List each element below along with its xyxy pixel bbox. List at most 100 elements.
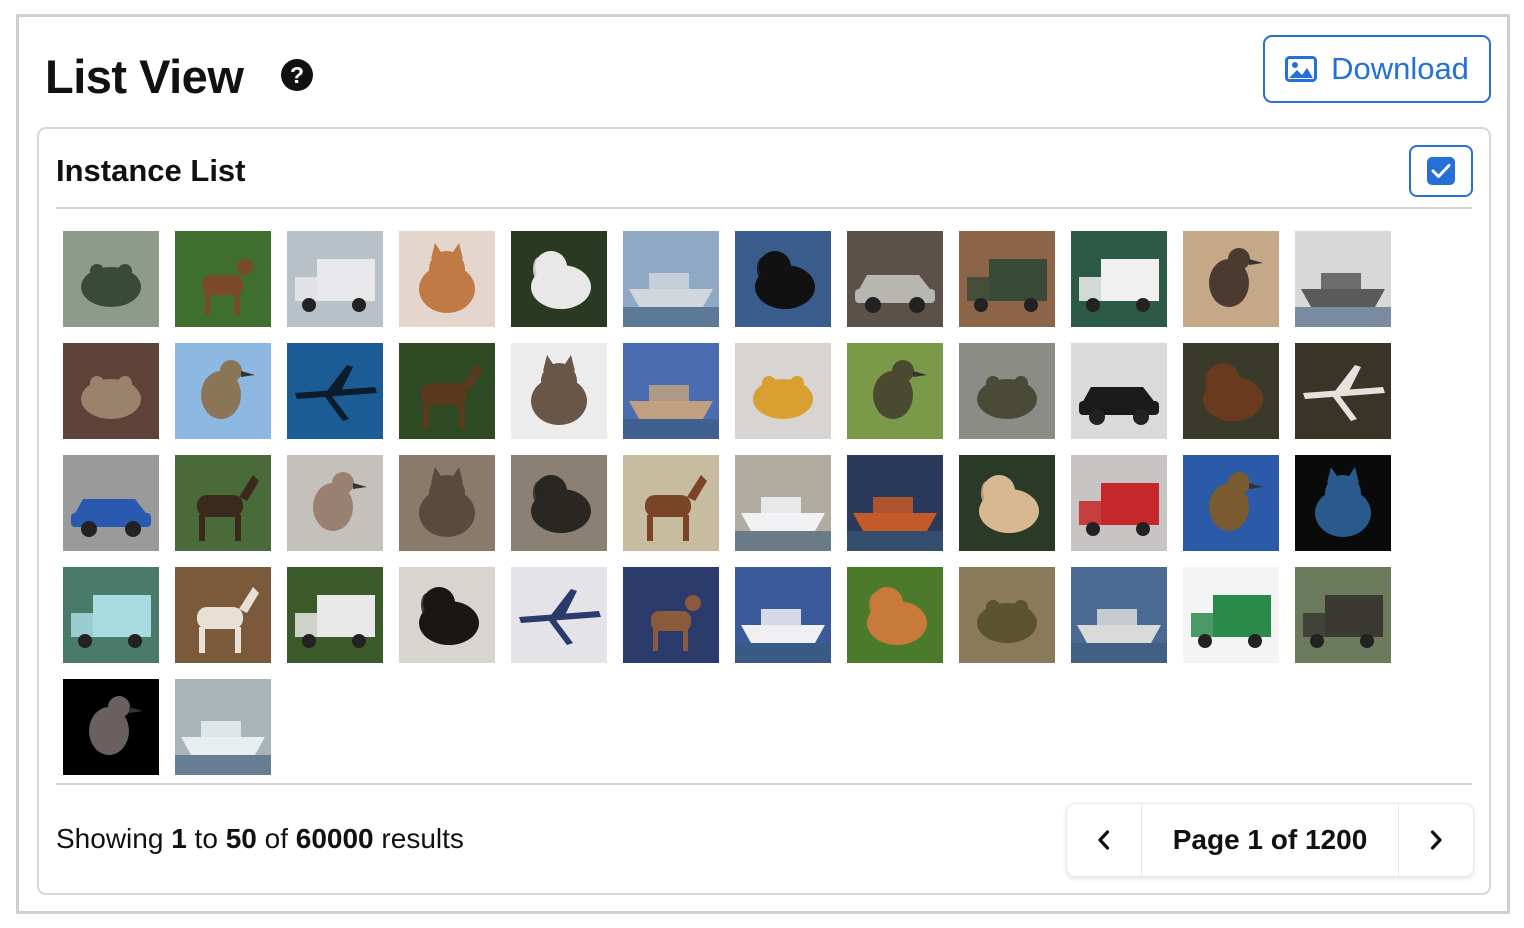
dog-image [735, 231, 831, 327]
thumbnail-truck[interactable] [287, 567, 383, 663]
bird-image [63, 679, 159, 775]
thumbnail-deer[interactable] [175, 231, 271, 327]
truck-image [1071, 231, 1167, 327]
thumbnail-horse[interactable] [399, 343, 495, 439]
thumbnail-dog[interactable] [735, 231, 831, 327]
thumbnail-dog[interactable] [1183, 343, 1279, 439]
cat-image [399, 231, 495, 327]
bird-image [175, 343, 271, 439]
horse-image [175, 455, 271, 551]
thumbnail-frog[interactable] [63, 343, 159, 439]
thumbnail-bird[interactable] [847, 343, 943, 439]
total-count: 60000 [295, 823, 374, 854]
checkbox-checked-icon [1427, 157, 1455, 185]
ship-image [175, 679, 271, 775]
frog-image [959, 343, 1055, 439]
divider [56, 783, 1472, 785]
truck-image [1183, 567, 1279, 663]
thumbnail-cat[interactable] [1295, 455, 1391, 551]
truck-image [287, 567, 383, 663]
thumbnail-ship[interactable] [623, 231, 719, 327]
card-title: Instance List [56, 153, 246, 188]
dog-image [399, 567, 495, 663]
thumbnail-dog[interactable] [399, 567, 495, 663]
thumbnail-dog[interactable] [511, 455, 607, 551]
thumbnail-dog[interactable] [959, 455, 1055, 551]
thumbnail-dog[interactable] [511, 231, 607, 327]
thumbnail-airplane[interactable] [1295, 343, 1391, 439]
chevron-left-icon [1098, 830, 1110, 850]
thumbnail-frog[interactable] [63, 231, 159, 327]
next-page-button[interactable] [1399, 804, 1473, 876]
thumbnail-bird[interactable] [1183, 231, 1279, 327]
dog-image [1183, 343, 1279, 439]
thumbnail-truck[interactable] [1295, 567, 1391, 663]
download-label: Download [1331, 51, 1469, 86]
thumbnail-frog[interactable] [959, 567, 1055, 663]
thumbnail-truck[interactable] [1071, 455, 1167, 551]
page-indicator: Page 1 of 1200 [1172, 824, 1368, 855]
thumbnail-automobile[interactable] [1071, 343, 1167, 439]
list-view-panel: List View ? Download Instance List Showi… [16, 14, 1510, 914]
thumbnail-frog[interactable] [959, 343, 1055, 439]
cat-image [1295, 455, 1391, 551]
thumbnail-truck[interactable] [287, 231, 383, 327]
thumbnail-airplane[interactable] [511, 567, 607, 663]
airplane-image [1295, 343, 1391, 439]
range-start: 1 [171, 823, 187, 854]
truck-image [287, 231, 383, 327]
dog-image [511, 231, 607, 327]
thumbnail-horse[interactable] [175, 567, 271, 663]
thumbnail-truck[interactable] [1071, 231, 1167, 327]
thumbnail-bird[interactable] [175, 343, 271, 439]
cat-image [511, 343, 607, 439]
download-button[interactable]: Download [1263, 35, 1491, 103]
bird-image [1183, 231, 1279, 327]
thumbnail-cat[interactable] [399, 455, 495, 551]
automobile-image [847, 231, 943, 327]
prev-page-button[interactable] [1067, 804, 1141, 876]
thumbnail-truck[interactable] [1183, 567, 1279, 663]
thumbnail-airplane[interactable] [287, 343, 383, 439]
thumbnail-ship[interactable] [1071, 567, 1167, 663]
airplane-image [287, 343, 383, 439]
question-circle-icon[interactable]: ? [281, 59, 313, 91]
truck-image [1295, 567, 1391, 663]
bird-image [847, 343, 943, 439]
frog-image [735, 343, 831, 439]
thumbnail-truck[interactable] [63, 567, 159, 663]
thumbnail-cat[interactable] [511, 343, 607, 439]
thumbnail-horse[interactable] [623, 455, 719, 551]
thumbnail-truck[interactable] [959, 231, 1055, 327]
thumbnail-dog[interactable] [847, 567, 943, 663]
thumbnail-horse[interactable] [175, 455, 271, 551]
truck-image [1071, 455, 1167, 551]
image-icon [1285, 56, 1318, 82]
thumbnail-automobile[interactable] [847, 231, 943, 327]
thumbnail-ship[interactable] [735, 567, 831, 663]
cat-image [399, 455, 495, 551]
thumbnail-ship[interactable] [623, 343, 719, 439]
thumbnail-bird[interactable] [63, 679, 159, 775]
select-all-toggle[interactable] [1409, 145, 1473, 197]
thumbnail-bird[interactable] [287, 455, 383, 551]
thumbnail-bird[interactable] [1183, 455, 1279, 551]
bird-image [1183, 455, 1279, 551]
thumbnail-ship[interactable] [847, 455, 943, 551]
horse-image [175, 567, 271, 663]
dog-image [511, 455, 607, 551]
results-summary: Showing 1 to 50 of 60000 results [56, 823, 464, 854]
thumbnail-ship[interactable] [175, 679, 271, 775]
ship-image [847, 455, 943, 551]
ship-image [623, 231, 719, 327]
deer-image [175, 231, 271, 327]
thumbnail-frog[interactable] [735, 343, 831, 439]
thumbnail-ship[interactable] [735, 455, 831, 551]
thumbnail-cat[interactable] [399, 231, 495, 327]
thumbnail-deer[interactable] [623, 567, 719, 663]
range-end: 50 [225, 823, 257, 854]
automobile-image [63, 455, 159, 551]
thumbnail-automobile[interactable] [63, 455, 159, 551]
ship-image [623, 343, 719, 439]
thumbnail-ship[interactable] [1295, 231, 1391, 327]
